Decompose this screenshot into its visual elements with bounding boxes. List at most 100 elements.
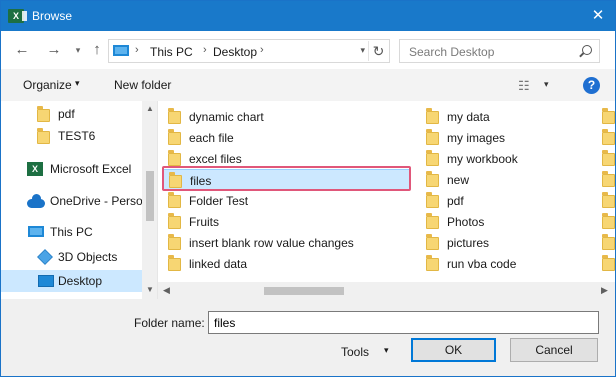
onedrive-icon: [27, 194, 45, 208]
folder-item[interactable]: linked data: [162, 253, 410, 274]
navigation-bar: ← → ▾ ↑ › This PC › Desktop › ▾ ↻ Search…: [1, 31, 615, 69]
breadcrumb-separator: ›: [260, 44, 264, 56]
sidebar-item-label: Desktop: [58, 274, 103, 288]
sidebar-item-onedrive[interactable]: OneDrive - Person: [1, 190, 149, 212]
recent-locations-chevron-icon[interactable]: ▾: [69, 40, 87, 60]
excel-icon: X: [8, 9, 27, 23]
folder-item-label: my data: [447, 110, 490, 124]
scroll-right-icon[interactable]: ▶: [601, 285, 608, 296]
view-options-chevron-icon[interactable]: ▾: [544, 79, 549, 90]
folder-item-label: dynamic chart: [189, 110, 264, 124]
scroll-down-icon[interactable]: ▼: [146, 285, 154, 294]
sidebar-item-label: 3D Objects: [58, 250, 118, 264]
forward-arrow-icon[interactable]: →: [45, 40, 63, 60]
ok-button[interactable]: OK: [411, 338, 496, 362]
navigation-pane: pdf TEST6 X Microsoft Excel OneDrive - P…: [1, 101, 158, 299]
this-pc-icon: [113, 45, 129, 56]
desktop-icon: [38, 275, 54, 287]
sidebar-item-desktop[interactable]: Desktop: [1, 270, 142, 292]
scroll-up-icon[interactable]: ▲: [146, 104, 154, 113]
dialog-footer: Folder name: Tools ▾ OK Cancel: [1, 299, 615, 376]
folder-item[interactable]: files: [162, 169, 410, 190]
folder-item[interactable]: my images: [420, 127, 590, 148]
folder-item-label: Folder Test: [189, 194, 249, 208]
tools-chevron-icon[interactable]: ▾: [384, 345, 389, 356]
folder-item[interactable]: new: [420, 169, 590, 190]
folder-item[interactable]: excel files: [162, 148, 410, 169]
folder-item-label: insert blank row value changes: [189, 236, 354, 250]
address-dropdown-icon[interactable]: ▾: [360, 45, 365, 56]
close-icon[interactable]: ✕: [587, 5, 609, 27]
breadcrumb-this-pc[interactable]: This PC: [150, 45, 193, 59]
this-pc-icon: [28, 226, 44, 237]
breadcrumb-separator: ›: [203, 44, 207, 56]
sidebar-item-pdf[interactable]: pdf: [1, 103, 142, 125]
folder-icon: [426, 234, 439, 250]
sidebar-item-label: OneDrive - Person: [50, 194, 150, 208]
folder-item-label: new: [447, 173, 470, 187]
folder-item[interactable]: run vba code: [420, 253, 590, 274]
organize-button[interactable]: Organize: [23, 78, 72, 92]
folder-item-label: Fruits: [189, 215, 219, 229]
3d-objects-icon: [37, 249, 53, 265]
folder-icon: [602, 129, 615, 145]
folder-item[interactable]: insert blank row value changes: [162, 232, 410, 253]
up-arrow-icon[interactable]: ↑: [88, 40, 106, 60]
folder-item[interactable]: Photos: [420, 211, 590, 232]
navigation-pane-scrollbar[interactable]: ▲ ▼: [142, 101, 157, 299]
folder-item[interactable]: t: [596, 232, 615, 253]
folder-item[interactable]: t: [596, 211, 615, 232]
folder-icon: [168, 234, 181, 250]
new-folder-button[interactable]: New folder: [114, 78, 171, 92]
folder-item[interactable]: each file: [162, 127, 410, 148]
sidebar-item-test6[interactable]: TEST6: [1, 125, 142, 147]
organize-chevron-icon[interactable]: ▾: [75, 78, 80, 89]
folder-icon: [426, 192, 439, 208]
scrollbar-thumb[interactable]: [146, 171, 154, 221]
folder-item[interactable]: s: [596, 106, 615, 127]
folder-item[interactable]: Fruits: [162, 211, 410, 232]
sidebar-item-3d-objects[interactable]: 3D Objects: [1, 246, 142, 268]
folder-icon: [602, 255, 615, 271]
window-title: Browse: [32, 9, 73, 23]
help-icon[interactable]: ?: [583, 77, 600, 94]
folder-item[interactable]: Folder Test: [162, 190, 410, 211]
folder-icon: [426, 150, 439, 166]
sidebar-item-label: pdf: [58, 107, 75, 121]
folder-item[interactable]: t: [596, 253, 615, 274]
breadcrumb-desktop[interactable]: Desktop: [213, 45, 257, 59]
search-input[interactable]: Search Desktop: [399, 39, 600, 63]
folder-item[interactable]: s: [596, 148, 615, 169]
folder-name-label: Folder name:: [134, 316, 205, 330]
back-arrow-icon[interactable]: ←: [13, 40, 31, 60]
search-placeholder: Search Desktop: [409, 45, 495, 59]
scrollbar-thumb[interactable]: [264, 287, 344, 295]
folder-item[interactable]: dynamic chart: [162, 106, 410, 127]
folder-item[interactable]: pdf: [420, 190, 590, 211]
horizontal-scrollbar[interactable]: ◀ ▶: [158, 282, 615, 299]
browse-dialog: X Browse ✕ ← → ▾ ↑ › This PC › Desktop ›…: [0, 0, 616, 377]
folder-item[interactable]: s: [596, 127, 615, 148]
folder-item[interactable]: s: [596, 169, 615, 190]
refresh-icon[interactable]: ↻: [368, 41, 388, 61]
folder-item[interactable]: t: [596, 190, 615, 211]
folder-item-label: each file: [189, 131, 234, 145]
sidebar-item-microsoft-excel[interactable]: X Microsoft Excel: [1, 158, 142, 180]
folder-icon: [168, 255, 181, 271]
folder-icon: [37, 106, 50, 122]
folder-item[interactable]: my workbook: [420, 148, 590, 169]
address-bar[interactable]: › This PC › Desktop › ▾ ↻: [108, 39, 390, 63]
folder-item-label: excel files: [189, 152, 242, 166]
folder-icon: [168, 129, 181, 145]
folder-name-field[interactable]: [208, 311, 599, 334]
folder-item[interactable]: pictures: [420, 232, 590, 253]
tools-button[interactable]: Tools: [341, 345, 369, 359]
scroll-left-icon[interactable]: ◀: [163, 285, 170, 296]
title-bar: X Browse ✕: [1, 1, 615, 31]
sidebar-item-this-pc[interactable]: This PC: [1, 221, 142, 243]
cancel-button[interactable]: Cancel: [510, 338, 598, 362]
folder-icon: [602, 192, 615, 208]
folder-item[interactable]: my data: [420, 106, 590, 127]
sidebar-item-label: Microsoft Excel: [50, 162, 132, 176]
view-options-icon[interactable]: ☷: [518, 79, 534, 92]
